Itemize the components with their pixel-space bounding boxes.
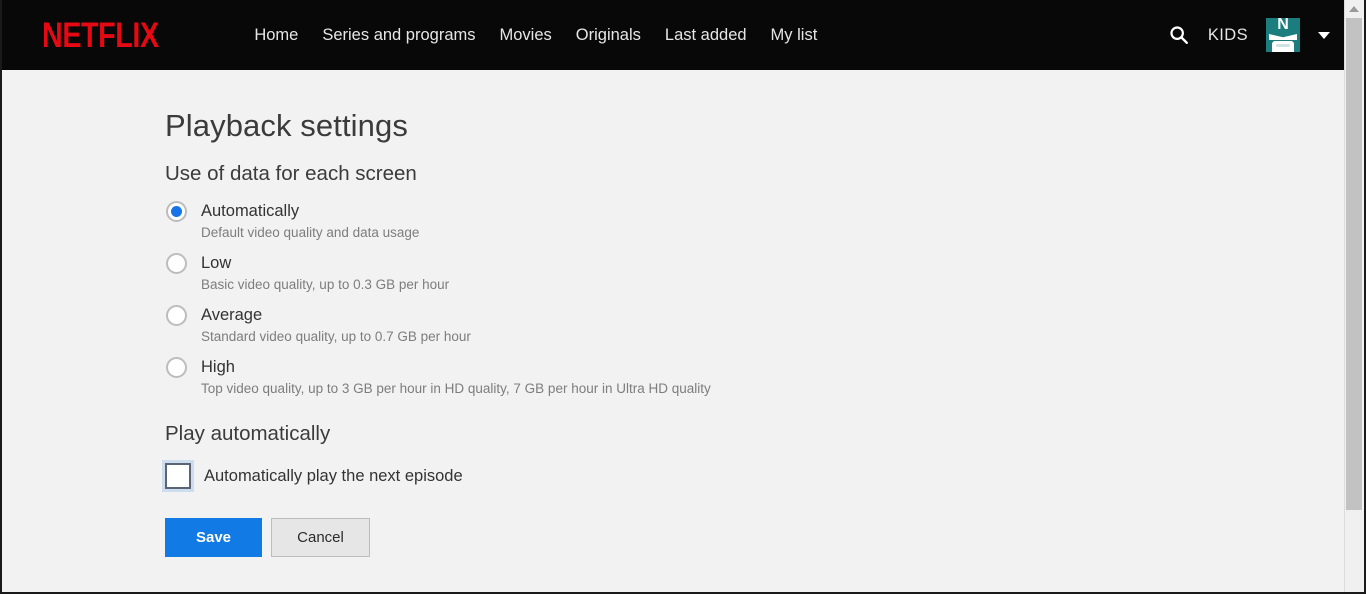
radio-button-high[interactable]: [166, 356, 187, 378]
browser-viewport: NETFLIX Home Series and programs Movies …: [0, 0, 1366, 594]
autoplay-checkbox-label: Automatically play the next episode: [204, 466, 463, 485]
radio-option-automatically[interactable]: Automatically Default video quality and …: [165, 199, 1348, 240]
form-actions: Save Cancel: [165, 518, 1348, 557]
radio-option-row[interactable]: Average: [165, 303, 1348, 327]
nav-item-home[interactable]: Home: [254, 26, 298, 45]
radio-option-row[interactable]: Automatically: [165, 199, 1348, 223]
main-nav-links: Home Series and programs Movies Original…: [254, 26, 817, 45]
autoplay-checkbox-row[interactable]: Automatically play the next episode: [165, 463, 1348, 489]
radio-description-high: Top video quality, up to 3 GB per hour i…: [201, 381, 711, 396]
radio-option-high[interactable]: High Top video quality, up to 3 GB per h…: [165, 355, 1348, 396]
radio-option-row[interactable]: Low: [165, 251, 1348, 275]
search-icon[interactable]: [1168, 24, 1190, 46]
cancel-button[interactable]: Cancel: [271, 518, 370, 557]
radio-label-average: Average: [201, 305, 263, 324]
avatar-mouth-shape: [1272, 41, 1294, 52]
radio-description-average: Standard video quality, up to 0.7 GB per…: [201, 329, 471, 344]
radio-option-average[interactable]: Average Standard video quality, up to 0.…: [165, 303, 1348, 344]
chevron-down-icon[interactable]: [1318, 31, 1330, 39]
nav-item-last-added[interactable]: Last added: [665, 26, 747, 45]
radio-description-low: Basic video quality, up to 0.3 GB per ho…: [201, 277, 450, 292]
vertical-scrollbar[interactable]: [1344, 0, 1362, 592]
nav-item-movies[interactable]: Movies: [500, 26, 552, 45]
autoplay-section-title: Play automatically: [165, 422, 331, 445]
nav-item-my-list[interactable]: My list: [771, 26, 818, 45]
scroll-up-arrow-icon[interactable]: [1345, 0, 1362, 17]
radio-button-automatically[interactable]: [166, 200, 187, 222]
radio-button-average[interactable]: [166, 304, 187, 326]
kids-link[interactable]: KIDS: [1208, 26, 1248, 45]
avatar-brow-shape: [1269, 34, 1297, 40]
radio-label-low: Low: [201, 253, 232, 272]
save-button[interactable]: Save: [165, 518, 262, 557]
top-navigation-bar: NETFLIX Home Series and programs Movies …: [2, 0, 1348, 70]
radio-option-low[interactable]: Low Basic video quality, up to 0.3 GB pe…: [165, 251, 1348, 292]
playback-settings-content: Playback settings Use of data for each s…: [2, 70, 1348, 592]
data-usage-section-title: Use of data for each screen: [165, 162, 417, 185]
radio-option-row[interactable]: High: [165, 355, 1348, 379]
radio-description-automatically: Default video quality and data usage: [201, 225, 420, 240]
radio-label-high: High: [201, 357, 235, 376]
scroll-thumb[interactable]: [1346, 18, 1362, 510]
nav-item-series-and-programs[interactable]: Series and programs: [322, 26, 475, 45]
netflix-page: NETFLIX Home Series and programs Movies …: [2, 0, 1348, 592]
profile-avatar-icon[interactable]: N: [1266, 18, 1300, 52]
nav-item-originals[interactable]: Originals: [576, 26, 641, 45]
data-usage-radio-group: Automatically Default video quality and …: [165, 199, 1348, 396]
page-title: Playback settings: [165, 108, 408, 143]
radio-label-automatically: Automatically: [201, 201, 300, 220]
netflix-logo[interactable]: NETFLIX: [42, 18, 159, 53]
radio-button-low[interactable]: [166, 252, 187, 274]
nav-right-cluster: KIDS N: [1168, 0, 1330, 70]
autoplay-checkbox[interactable]: [165, 463, 191, 489]
avatar-letter: N: [1277, 18, 1289, 33]
